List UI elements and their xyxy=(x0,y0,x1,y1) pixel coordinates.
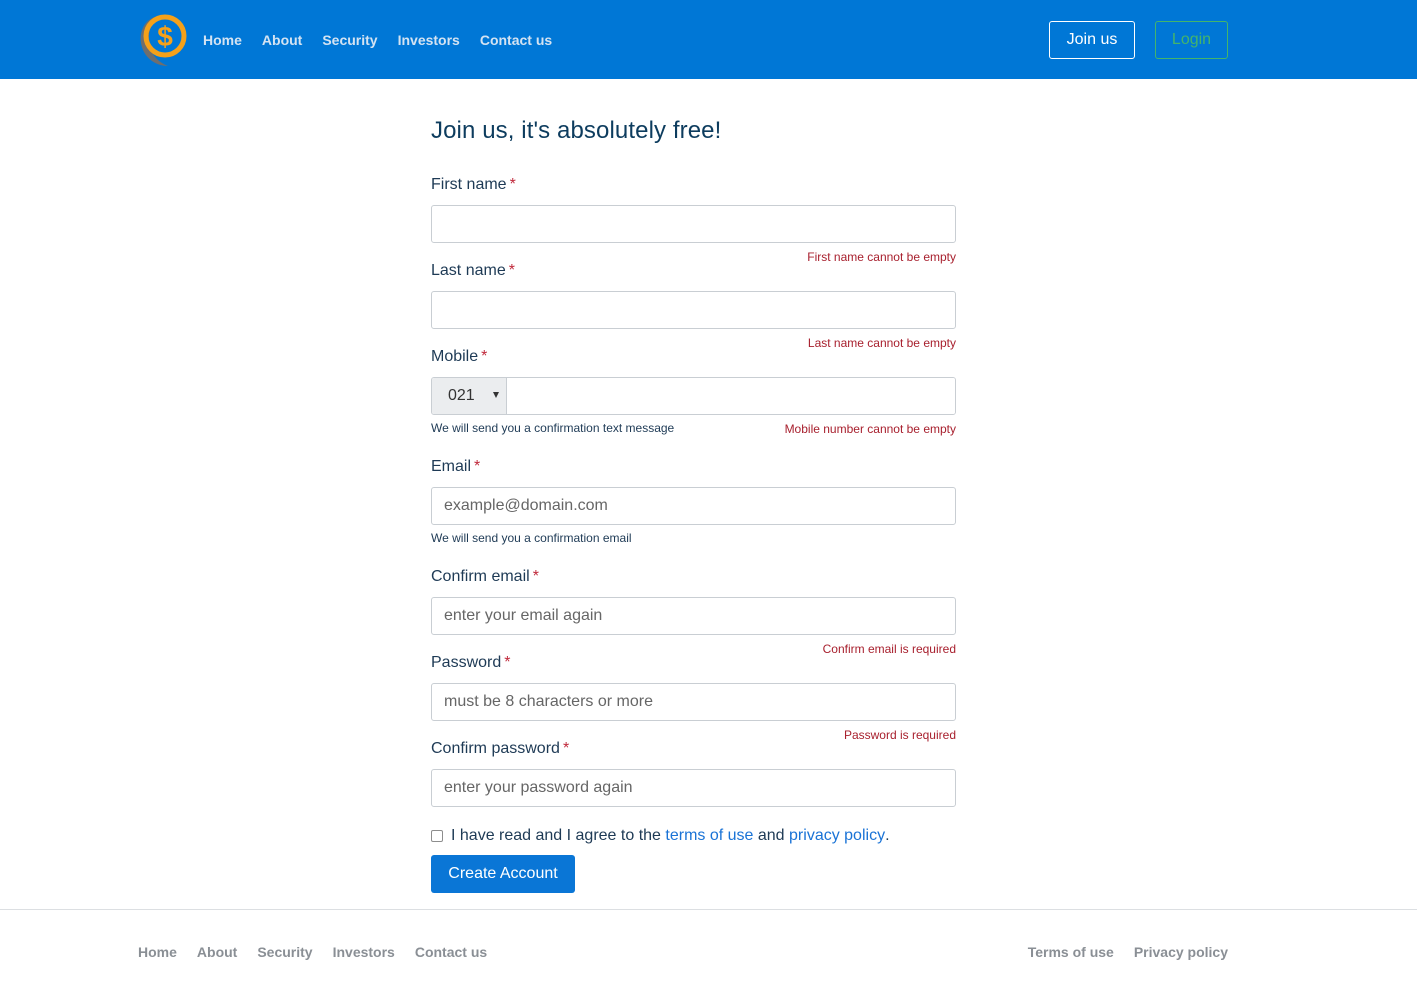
join-us-button[interactable]: Join us xyxy=(1049,21,1135,59)
caret-down-icon xyxy=(493,392,499,398)
email-input[interactable] xyxy=(431,487,956,525)
email-hint: We will send you a confirmation email xyxy=(431,531,632,545)
footer-terms-link[interactable]: Terms of use xyxy=(1028,943,1114,961)
top-navbar: $ Home About Security Investors Contact … xyxy=(0,0,1417,79)
first-name-label: First name * xyxy=(431,176,516,193)
mobile-input[interactable] xyxy=(507,378,955,414)
nav-investors[interactable]: Investors xyxy=(398,31,460,49)
mobile-field: 021 xyxy=(431,377,956,415)
confirm-email-error: Confirm email is required xyxy=(822,642,956,656)
first-name-error: First name cannot be empty xyxy=(807,250,956,264)
required-mark: * xyxy=(562,740,570,757)
login-button[interactable]: Login xyxy=(1155,21,1228,59)
required-mark: * xyxy=(532,568,539,585)
mobile-error: Mobile number cannot be empty xyxy=(784,422,956,436)
footer-nav: Home About Security Investors Contact us xyxy=(138,943,487,961)
mobile-prefix-value: 021 xyxy=(448,387,475,404)
privacy-policy-link[interactable]: privacy policy xyxy=(789,826,885,846)
mobile-label: Mobile * xyxy=(431,348,488,365)
page-title: Join us, it's absolutely free! xyxy=(431,117,722,144)
terms-of-use-link[interactable]: terms of use xyxy=(665,826,753,846)
last-name-error: Last name cannot be empty xyxy=(807,336,956,350)
confirm-email-label: Confirm email * xyxy=(431,568,539,585)
confirm-email-input[interactable] xyxy=(431,597,956,635)
footer-legal-nav: Terms of use Privacy policy xyxy=(1028,943,1228,961)
required-mark: * xyxy=(508,262,515,279)
footer-about-link[interactable]: About xyxy=(197,943,237,961)
mobile-hint: We will send you a confirmation text mes… xyxy=(431,421,675,435)
nav-security[interactable]: Security xyxy=(322,31,377,49)
required-mark: * xyxy=(481,348,488,365)
terms-agreement: I have read and I agree to the terms of … xyxy=(431,826,890,846)
nav-about[interactable]: About xyxy=(262,31,302,49)
footer-security-link[interactable]: Security xyxy=(257,943,312,961)
password-error: Password is required xyxy=(843,728,956,742)
password-input[interactable] xyxy=(431,683,956,721)
confirm-password-input[interactable] xyxy=(431,769,956,807)
agree-checkbox[interactable] xyxy=(431,830,443,842)
footer-contact-us-link[interactable]: Contact us xyxy=(415,943,487,961)
password-label: Password * xyxy=(431,654,511,671)
svg-text:$: $ xyxy=(157,21,173,52)
footer-divider xyxy=(0,909,1417,910)
confirm-password-label: Confirm password * xyxy=(431,740,570,757)
last-name-input[interactable] xyxy=(431,291,956,329)
email-label: Email * xyxy=(431,458,481,475)
required-mark: * xyxy=(474,458,481,475)
agree-and: and xyxy=(757,827,785,844)
agree-period: . xyxy=(885,827,890,844)
create-account-button[interactable]: Create Account xyxy=(431,855,575,893)
nav-contact-us[interactable]: Contact us xyxy=(480,31,552,49)
mobile-prefix-select[interactable]: 021 xyxy=(432,378,507,414)
first-name-input[interactable] xyxy=(431,205,956,243)
top-nav: Home About Security Investors Contact us xyxy=(203,31,552,49)
agree-text: I have read and I agree to the xyxy=(451,827,661,844)
last-name-label: Last name * xyxy=(431,262,515,279)
footer-investors-link[interactable]: Investors xyxy=(333,943,395,961)
footer-home-link[interactable]: Home xyxy=(138,943,177,961)
footer-privacy-link[interactable]: Privacy policy xyxy=(1134,943,1228,961)
nav-home[interactable]: Home xyxy=(203,31,242,49)
dollar-coin-logo-icon[interactable]: $ xyxy=(138,10,188,68)
required-mark: * xyxy=(504,654,511,671)
required-mark: * xyxy=(509,176,516,193)
